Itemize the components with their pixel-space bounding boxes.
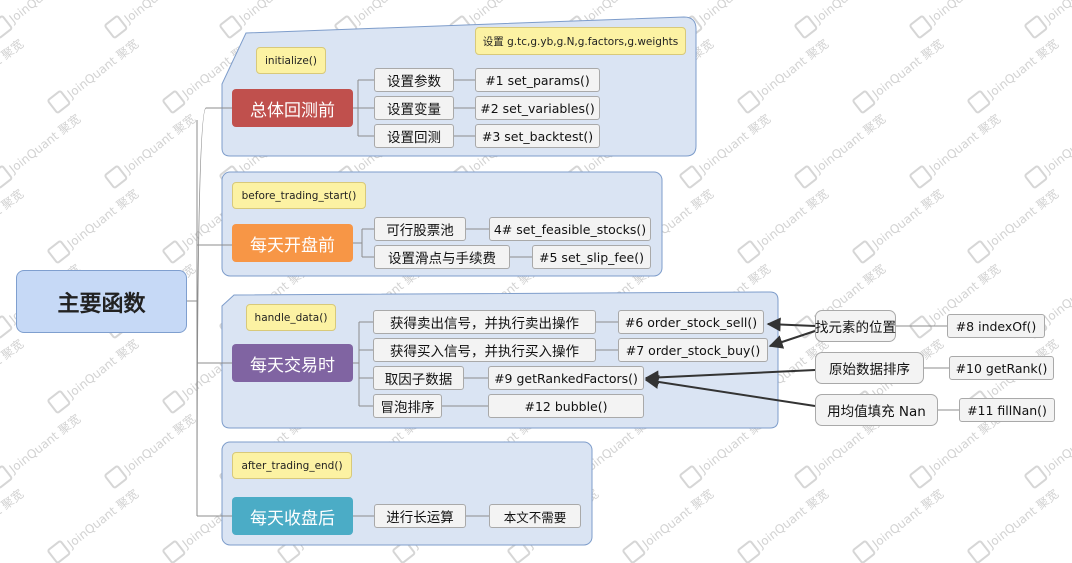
function-order-stock-sell[interactable]: #6 order_stock_sell() [618,310,764,334]
subtopic-buy-signal[interactable]: 获得买入信号，并执行买入操作 [373,338,596,362]
subtopic-set-backtest[interactable]: 设置回测 [374,124,454,148]
helper-fill-nan[interactable]: 用均值填充 Nan [815,394,938,426]
function-bubble[interactable]: #12 bubble() [488,394,644,418]
function-fillnan[interactable]: #11 fillNan() [959,398,1055,422]
category-pre-backtest[interactable]: 总体回测前 [232,89,353,127]
helper-find-index[interactable]: 找元素的位置 [815,310,896,342]
subtopic-bubble-sort[interactable]: 冒泡排序 [373,394,442,418]
function-get-ranked-factors[interactable]: #9 getRankedFactors() [488,366,644,390]
function-not-needed[interactable]: 本文不需要 [489,504,581,528]
function-set-params[interactable]: #1 set_params() [475,68,600,92]
function-set-feasible-stocks[interactable]: 4# set_feasible_stocks() [489,217,651,241]
function-set-slip-fee[interactable]: #5 set_slip_fee() [532,245,651,269]
callout-note-globals: 设置 g.tc,g.yb,g.N,g.factors,g.weights [475,27,686,55]
function-indexof[interactable]: #8 indexOf() [947,314,1045,338]
subtopic-long-computation[interactable]: 进行长运算 [374,504,466,528]
function-getrank[interactable]: #10 getRank() [949,356,1054,380]
category-after-close[interactable]: 每天收盘后 [232,497,353,535]
category-before-open[interactable]: 每天开盘前 [232,224,353,262]
callout-note-handle-data: handle_data() [246,304,336,331]
subtopic-feasible-stocks[interactable]: 可行股票池 [374,217,466,241]
subtopic-set-params[interactable]: 设置参数 [374,68,454,92]
subtopic-set-variables[interactable]: 设置变量 [374,96,454,120]
function-set-backtest[interactable]: #3 set_backtest() [475,124,600,148]
category-trading[interactable]: 每天交易时 [232,344,353,382]
root-topic[interactable]: 主要函数 [16,270,187,333]
function-set-variables[interactable]: #2 set_variables() [475,96,600,120]
subtopic-sell-signal[interactable]: 获得卖出信号，并执行卖出操作 [373,310,596,334]
subtopic-slip-fee[interactable]: 设置滑点与手续费 [374,245,510,269]
callout-note-initialize: initialize() [256,47,326,74]
function-order-stock-buy[interactable]: #7 order_stock_buy() [618,338,768,362]
helper-raw-sort[interactable]: 原始数据排序 [815,352,924,384]
callout-note-after-trading-end: after_trading_end() [232,452,352,479]
subtopic-factor-data[interactable]: 取因子数据 [373,366,464,390]
callout-note-before-trading-start: before_trading_start() [232,182,366,209]
